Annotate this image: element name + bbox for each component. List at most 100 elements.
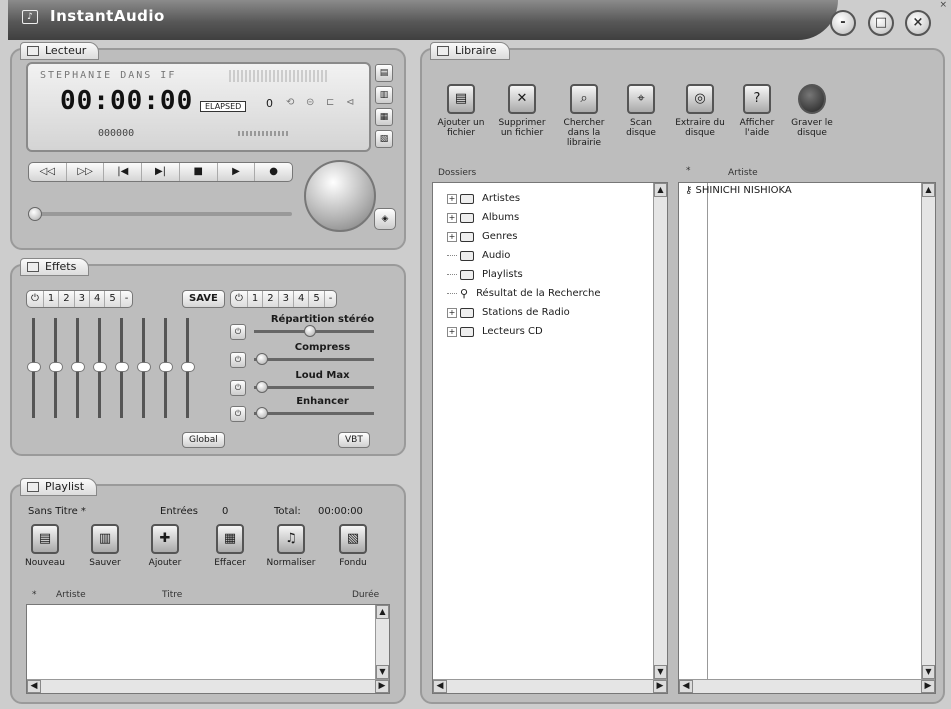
vbt-button[interactable]: VBT bbox=[338, 432, 370, 448]
playlist-vscroll[interactable]: ▲ ▼ bbox=[375, 605, 389, 679]
expand-icon[interactable]: + bbox=[447, 231, 457, 242]
tab-libraire[interactable]: Libraire bbox=[430, 42, 510, 60]
normalize-button[interactable]: ♫ Normaliser bbox=[262, 524, 320, 568]
tab-effets[interactable]: Effets bbox=[20, 258, 90, 276]
delete-button[interactable]: ▦ Effacer bbox=[207, 524, 253, 568]
preset-power-left[interactable]: ⏻ bbox=[27, 291, 44, 307]
expand-icon[interactable]: + bbox=[447, 307, 457, 318]
next-button[interactable]: ▶| bbox=[142, 163, 180, 181]
close-button[interactable]: × bbox=[905, 10, 931, 36]
scroll-down-icon[interactable]: ▼ bbox=[376, 665, 389, 679]
save-playlist-button[interactable]: ▥ Sauver bbox=[82, 524, 128, 568]
loudmax-thumb[interactable] bbox=[256, 381, 268, 393]
folders-hscroll[interactable]: ◀ ▶ bbox=[433, 679, 667, 693]
folders-tree[interactable]: + Artistes + Albums + Genres Audio Playlist… bbox=[432, 182, 668, 694]
preset-left-minus[interactable]: - bbox=[121, 291, 133, 307]
loudmax-toggle[interactable]: ⏻ bbox=[230, 380, 246, 396]
enhancer-thumb[interactable] bbox=[256, 407, 268, 419]
side-button-1[interactable]: ▤ bbox=[375, 64, 393, 82]
playlist-list[interactable]: ▲ ▼ ◀ ▶ bbox=[26, 604, 390, 694]
preset-left-1[interactable]: 1 bbox=[44, 291, 60, 307]
fast-forward-button[interactable]: ▷▷ bbox=[67, 163, 105, 181]
scroll-up-icon[interactable]: ▲ bbox=[376, 605, 389, 619]
preset-right-3[interactable]: 3 bbox=[279, 291, 295, 307]
tree-radio[interactable]: + Stations de Radio bbox=[447, 303, 570, 322]
stop-button[interactable]: ■ bbox=[180, 163, 218, 181]
lib-add-file-button[interactable]: ▤ Ajouter un fichier bbox=[436, 84, 486, 138]
side-button-3[interactable]: ▦ bbox=[375, 108, 393, 126]
elapsed-label[interactable]: ELAPSED bbox=[200, 101, 247, 112]
add-button[interactable]: ✚ Ajouter bbox=[142, 524, 188, 568]
artist-hscroll[interactable]: ◀ ▶ bbox=[679, 679, 935, 693]
lib-extract-button[interactable]: ◎ Extraire du disque bbox=[672, 84, 728, 138]
enhancer-track[interactable] bbox=[254, 407, 374, 419]
preset-right-1[interactable]: 1 bbox=[248, 291, 264, 307]
eq-band-8-knob[interactable] bbox=[181, 362, 195, 372]
side-button-2[interactable]: ▥ bbox=[375, 86, 393, 104]
maximize-button[interactable]: □ bbox=[868, 10, 894, 36]
compress-track[interactable] bbox=[254, 353, 374, 365]
eq-band-4-knob[interactable] bbox=[93, 362, 107, 372]
lib-search-button[interactable]: ⌕ Chercher dans la librairie bbox=[556, 84, 612, 148]
scroll-left-icon[interactable]: ◀ bbox=[433, 680, 447, 693]
scroll-right-icon[interactable]: ▶ bbox=[375, 680, 389, 693]
expand-icon[interactable]: + bbox=[447, 326, 457, 337]
preset-right-minus[interactable]: - bbox=[325, 291, 337, 307]
tree-cd[interactable]: + Lecteurs CD bbox=[447, 322, 543, 341]
loudmax-track[interactable] bbox=[254, 381, 374, 393]
tiny-close-icon[interactable]: × bbox=[939, 0, 947, 10]
previous-button[interactable]: |◀ bbox=[104, 163, 143, 181]
enhancer-toggle[interactable]: ⏻ bbox=[230, 406, 246, 422]
rewind-button[interactable]: ◁◁ bbox=[29, 163, 67, 181]
eq-band-3-knob[interactable] bbox=[71, 362, 85, 372]
eq-band-2-knob[interactable] bbox=[49, 362, 63, 372]
expand-icon[interactable]: + bbox=[447, 193, 457, 204]
artist-vscroll[interactable]: ▲ ▼ bbox=[921, 183, 935, 679]
minimize-button[interactable]: - bbox=[830, 10, 856, 36]
scroll-up-icon[interactable]: ▲ bbox=[654, 183, 667, 197]
eq-band-6-knob[interactable] bbox=[137, 362, 151, 372]
scroll-right-icon[interactable]: ▶ bbox=[653, 680, 667, 693]
lib-delete-button[interactable]: ✕ Supprimer un fichier bbox=[494, 84, 550, 138]
preset-right-2[interactable]: 2 bbox=[263, 291, 279, 307]
tab-lecteur[interactable]: Lecteur bbox=[20, 42, 100, 60]
repeat-icon[interactable]: ⟲ bbox=[286, 97, 294, 108]
eq-band-7-knob[interactable] bbox=[159, 362, 173, 372]
scroll-left-icon[interactable]: ◀ bbox=[27, 680, 41, 693]
col-artist[interactable]: Artiste bbox=[56, 590, 86, 600]
lib-help-button[interactable]: ? Afficher l'aide bbox=[734, 84, 780, 138]
fade-button[interactable]: ▧ Fondu bbox=[330, 524, 376, 568]
stereo-track[interactable] bbox=[254, 325, 374, 337]
artist-list[interactable]: ⚷ SHINICHI NISHIOKA ▲ ▼ ◀ ▶ bbox=[678, 182, 936, 694]
scroll-down-icon[interactable]: ▼ bbox=[654, 665, 667, 679]
tree-genres[interactable]: + Genres bbox=[447, 227, 518, 246]
stereo-thumb[interactable] bbox=[304, 325, 316, 337]
app-icon[interactable]: ♪ bbox=[22, 10, 38, 24]
side-button-4[interactable]: ▧ bbox=[375, 130, 393, 148]
compress-toggle[interactable]: ⏻ bbox=[230, 352, 246, 368]
artist-row[interactable]: ⚷ SHINICHI NISHIOKA bbox=[685, 185, 792, 196]
preset-left-2[interactable]: 2 bbox=[59, 291, 75, 307]
eq-band-5-knob[interactable] bbox=[115, 362, 129, 372]
volume-knob[interactable] bbox=[304, 160, 376, 232]
folders-vscroll[interactable]: ▲ ▼ bbox=[653, 183, 667, 679]
scroll-right-icon[interactable]: ▶ bbox=[921, 680, 935, 693]
save-button[interactable]: SAVE bbox=[182, 290, 225, 308]
tree-artistes[interactable]: + Artistes bbox=[447, 189, 520, 208]
tree-playlists[interactable]: Playlists bbox=[447, 265, 523, 284]
record-button[interactable]: ● bbox=[255, 163, 292, 181]
shuffle-icon[interactable]: ⊝ bbox=[306, 97, 314, 108]
preset-left-5[interactable]: 5 bbox=[105, 291, 121, 307]
stereo-toggle[interactable]: ⏻ bbox=[230, 324, 246, 340]
col-duration[interactable]: Durée bbox=[352, 590, 379, 600]
global-button[interactable]: Global bbox=[182, 432, 225, 448]
tree-audio[interactable]: Audio bbox=[447, 246, 510, 265]
preset-right-4[interactable]: 4 bbox=[294, 291, 310, 307]
col-star[interactable]: * bbox=[32, 590, 37, 600]
eject-icon[interactable]: ⊏ bbox=[326, 97, 334, 108]
preset-left-3[interactable]: 3 bbox=[75, 291, 91, 307]
scroll-down-icon[interactable]: ▼ bbox=[922, 665, 935, 679]
tree-search-results[interactable]: ⚲ Résultat de la Recherche bbox=[447, 284, 600, 303]
scroll-left-icon[interactable]: ◀ bbox=[679, 680, 693, 693]
tree-albums[interactable]: + Albums bbox=[447, 208, 519, 227]
